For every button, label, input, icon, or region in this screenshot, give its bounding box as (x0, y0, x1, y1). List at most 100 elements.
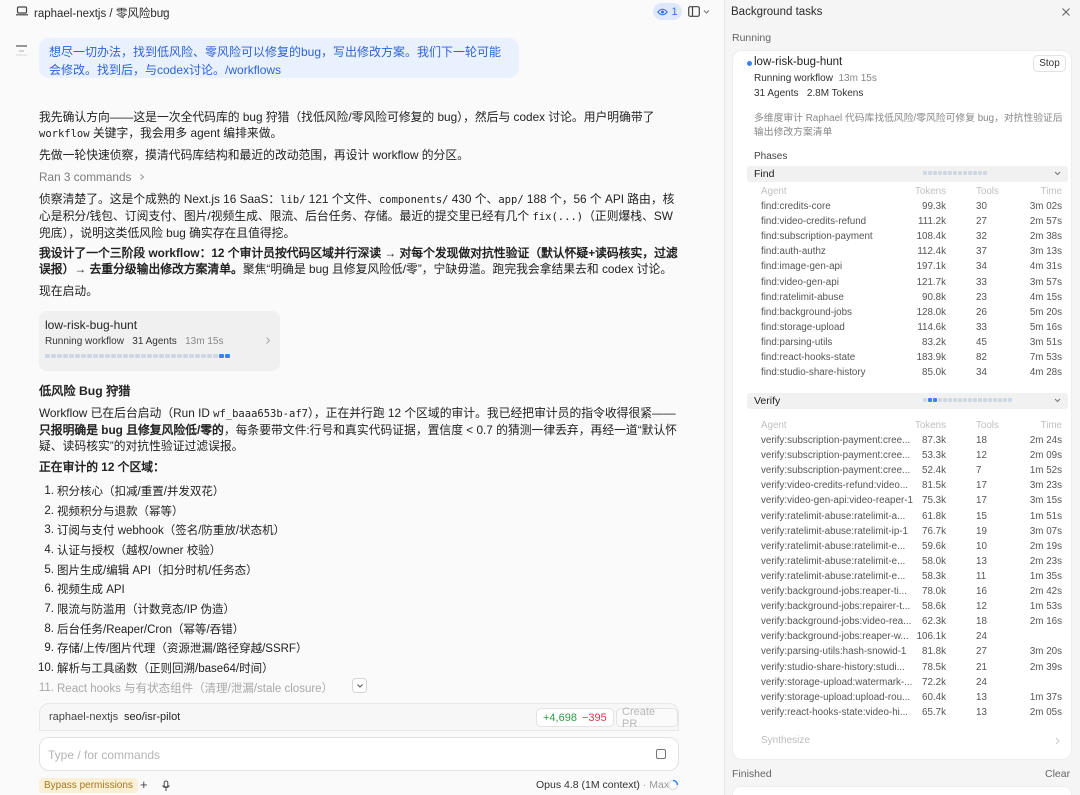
progress-dot (153, 354, 158, 358)
table-row[interactable]: verify:background-jobs:video-rea... 62.3k… (747, 615, 1068, 630)
phase-find-header[interactable]: Find (747, 166, 1068, 182)
tools-cell: 18 (976, 616, 987, 628)
table-row[interactable]: find:auth-authz 112.4k 37 3m 13s (747, 245, 1068, 260)
message-menu-icon[interactable] (16, 44, 27, 56)
table-row[interactable]: verify:parsing-utils:hash-snowid-1 81.8k 2… (747, 645, 1068, 660)
table-row[interactable]: find:ratelimit-abuse 90.8k 23 4m 15s (747, 291, 1068, 306)
phase-verify-header[interactable]: Verify (747, 393, 1068, 409)
ran-commands-toggle[interactable]: Ran 3 commands (39, 169, 146, 185)
stop-square-icon[interactable] (656, 749, 666, 759)
column-header-tokens: Tokens (914, 186, 946, 197)
diff-stats[interactable]: +4,698 −395 (536, 708, 614, 727)
tools-cell: 16 (976, 586, 987, 598)
chevron-down-icon (356, 683, 363, 688)
list-item-label: 存储/上传/图片代理（资源泄漏/路径穿越/SSRF） (57, 643, 308, 656)
table-row[interactable]: find:subscription-payment 108.4k 32 2m 38s (747, 230, 1068, 245)
table-row[interactable]: verify:subscription-payment:cree... 53.3k… (747, 449, 1068, 464)
table-row[interactable]: find:react-hooks-state 183.9k 82 7m 53s (747, 351, 1068, 366)
table-row[interactable]: verify:react-hooks-state:video-hi... 65.7… (747, 706, 1068, 721)
list-item: 6. 视频生成 API (38, 579, 358, 599)
project-title[interactable]: raphael-nextjs / 零风险bug (34, 5, 170, 21)
table-row[interactable]: find:background-jobs 128.0k 26 5m 20s (747, 306, 1068, 321)
list-item: 9. 存储/上传/图片代理（资源泄漏/路径穿越/SSRF） (38, 639, 358, 659)
table-row[interactable]: verify:subscription-payment:cree... 52.4k… (747, 464, 1068, 479)
table-row[interactable]: find:video-gen-api 121.7k 33 3m 57s (747, 276, 1068, 291)
tools-cell: 34 (976, 261, 987, 273)
agent-name-cell: find:ratelimit-abuse (761, 291, 844, 303)
list-item: 5. 图片生成/编辑 API（扣分时机/任务态） (38, 560, 358, 580)
table-row[interactable]: verify:ratelimit-abuse:ratelimit-e... 59.… (747, 540, 1068, 555)
clear-button[interactable]: Clear (1045, 768, 1070, 780)
phase-synthesize-header[interactable]: Synthesize (747, 734, 1068, 750)
table-row[interactable]: find:storage-upload 114.6k 33 5m 16s (747, 321, 1068, 336)
tools-cell: 17 (976, 495, 987, 507)
tokens-cell: 85.0k (922, 367, 946, 379)
table-row[interactable]: verify:video-credits-refund:video... 81.5… (747, 479, 1068, 494)
table-row[interactable]: find:image-gen-api 197.1k 34 4m 31s (747, 260, 1068, 275)
find-agents-table: Agent Tokens Tools Time find:credits-core 99.… (747, 185, 1068, 381)
bypass-permissions-badge[interactable]: Bypass permissions (39, 778, 138, 793)
table-row[interactable]: verify:ratelimit-abuse:ratelimit-e... 58.… (747, 555, 1068, 570)
chevron-down-icon[interactable] (703, 9, 710, 15)
progress-dot (165, 354, 170, 358)
time-cell: 1m 35s (1029, 570, 1062, 582)
progress-dot (983, 398, 987, 402)
table-row[interactable]: verify:subscription-payment:cree... 87.3k… (747, 434, 1068, 449)
finished-task-card[interactable] (732, 786, 1072, 795)
table-row[interactable]: find:parsing-utils 83.2k 45 3m 51s (747, 336, 1068, 351)
workflow-name: low-risk-bug-hunt (45, 318, 138, 332)
progress-dot (943, 171, 947, 175)
workflow-card[interactable]: low-risk-bug-hunt Running workflow 31 Ag… (39, 311, 280, 371)
table-row[interactable]: verify:ratelimit-abuse:ratelimit-e... 58.… (747, 570, 1068, 585)
branch-name[interactable]: seo/isr-pilot (124, 711, 180, 723)
tokens-cell: 108.4k (916, 231, 946, 243)
table-row[interactable]: verify:background-jobs:reaper-w... 106.1k… (747, 630, 1068, 645)
agent-name-cell: verify:subscription-payment:cree... (761, 450, 911, 462)
tools-cell: 13 (976, 555, 987, 567)
microphone-icon[interactable] (160, 780, 172, 792)
create-pr-button[interactable]: Create PR (616, 706, 678, 730)
tools-cell: 27 (976, 646, 987, 658)
tokens-cell: 65.7k (922, 706, 946, 718)
agent-name-cell: find:background-jobs (761, 306, 852, 318)
command-input[interactable] (48, 746, 628, 764)
workflow-progress-dots (45, 354, 230, 360)
table-row[interactable]: verify:storage-upload:watermark-... 72.2k… (747, 676, 1068, 691)
chevron-down-icon[interactable] (160, 7, 169, 16)
tokens-cell: 72.2k (922, 676, 946, 688)
tools-cell: 33 (976, 276, 987, 288)
add-icon[interactable]: + (140, 778, 148, 792)
agent-name-cell: find:credits-core (761, 201, 831, 213)
table-row[interactable]: find:credits-core 99.3k 30 3m 02s (747, 200, 1068, 215)
table-row[interactable]: verify:background-jobs:reaper-ti... 78.0k… (747, 585, 1068, 600)
table-row[interactable]: verify:ratelimit-abuse:ratelimit-ip-1 76.… (747, 525, 1068, 540)
progress-dot (998, 398, 1002, 402)
finished-section-label: Finished (732, 768, 772, 780)
agent-name-cell: verify:ratelimit-abuse:ratelimit-e... (761, 540, 906, 552)
list-item-label: 后台任务/Reaper/Cron（幂等/吞错） (57, 623, 245, 636)
agent-name-cell: find:image-gen-api (761, 261, 843, 273)
progress-dot (177, 354, 182, 358)
table-row[interactable]: verify:storage-upload:upload-rou... 60.4k… (747, 691, 1068, 706)
verify-agents-table: Agent Tokens Tools Time verify:subscription-… (747, 419, 1068, 721)
scroll-down-button[interactable] (352, 678, 367, 693)
time-cell: 2m 23s (1029, 555, 1062, 567)
stop-button[interactable]: Stop (1033, 55, 1066, 72)
table-row[interactable]: verify:ratelimit-abuse:ratelimit-a... 61.… (747, 510, 1068, 525)
column-header-tokens: Tokens (914, 420, 946, 431)
list-item-number: 6. (44, 583, 54, 596)
model-selector[interactable]: Opus 4.8 (1M context) · Max (536, 779, 669, 791)
progress-dot (993, 398, 997, 402)
time-cell: 2m 57s (1029, 216, 1062, 228)
panel-toggle-icon[interactable] (688, 6, 700, 17)
table-row[interactable]: find:video-credits-refund 111.2k 27 2m 57s (747, 215, 1068, 230)
table-row[interactable]: verify:video-gen-api:video-reaper-1 75.3k… (747, 494, 1068, 509)
time-cell: 3m 23s (1029, 480, 1062, 492)
close-icon[interactable] (1061, 7, 1071, 17)
table-row[interactable]: verify:studio-share-history:studi... 78.5… (747, 661, 1068, 676)
table-row[interactable]: find:studio-share-history 85.0k 34 4m 28s (747, 366, 1068, 381)
table-row[interactable]: verify:background-jobs:repairer-t... 58.6… (747, 600, 1068, 615)
list-item-number: 9. (44, 642, 54, 655)
agents-badge[interactable]: 1 (653, 3, 682, 20)
time-cell: 1m 51s (1029, 510, 1062, 522)
